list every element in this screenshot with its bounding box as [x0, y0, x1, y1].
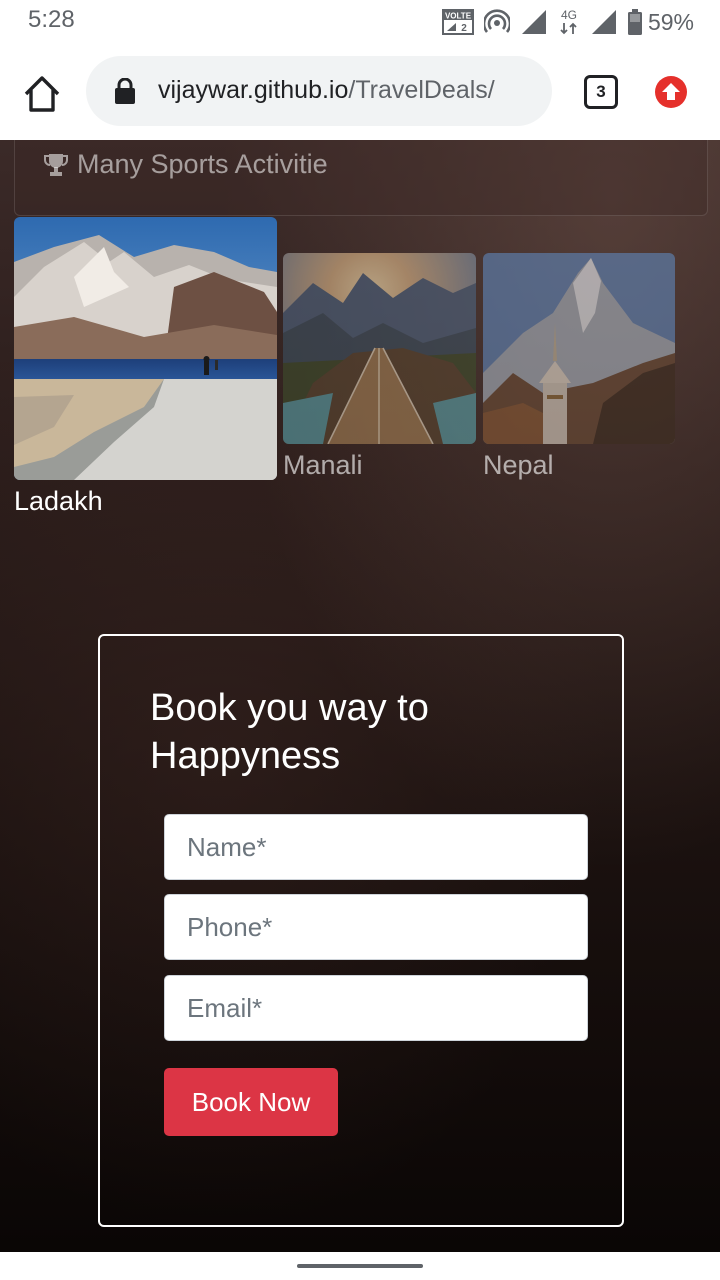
svg-text:2: 2: [461, 23, 467, 34]
destination-nepal[interactable]: Nepal: [483, 253, 675, 481]
volte-icon: VOLTE 2: [441, 9, 474, 35]
features-card: Many Sports Activitie: [14, 140, 708, 216]
browser-toolbar: vijaywar.github.io/TravelDeals/ 3: [0, 44, 720, 140]
destination-label: Nepal: [483, 450, 554, 480]
ladakh-photo[interactable]: [14, 217, 277, 480]
name-field[interactable]: [164, 814, 588, 880]
battery-icon: [627, 9, 642, 35]
booking-title: Book you way to Happyness: [150, 687, 429, 777]
destination-ladakh[interactable]: Ladakh: [14, 217, 277, 517]
nepal-photo[interactable]: [483, 253, 675, 444]
tab-count: 3: [596, 82, 606, 101]
svg-text:VOLTE: VOLTE: [445, 12, 472, 21]
status-bar: 5:28 VOLTE 2 4G 59%: [0, 0, 720, 44]
home-icon[interactable]: [22, 74, 62, 114]
feature-item: Many Sports Activitie: [43, 149, 328, 180]
email-field[interactable]: [164, 975, 588, 1041]
destination-label: Ladakh: [14, 486, 103, 516]
feature-text: Many Sports Activitie: [77, 149, 328, 179]
trophy-icon: [43, 152, 69, 178]
phone-field[interactable]: [164, 894, 588, 960]
status-icons: VOLTE 2 4G 59%: [441, 6, 694, 38]
url-host: vijaywar.github.io: [158, 76, 349, 104]
signal-4g-icon: [590, 9, 618, 35]
hotspot-icon: [483, 9, 510, 35]
manali-photo[interactable]: [283, 253, 476, 444]
destination-manali[interactable]: Manali: [283, 253, 476, 481]
battery-percent: 59%: [647, 8, 694, 35]
booking-form: Book you way to Happyness Book Now: [98, 634, 624, 1227]
tabs-button[interactable]: 3: [584, 75, 618, 109]
lock-icon: [114, 77, 136, 104]
network-type-label: 4G: [558, 7, 580, 37]
book-now-button[interactable]: Book Now: [164, 1068, 338, 1136]
update-icon[interactable]: [655, 76, 687, 108]
url-text: vijaywar.github.io/TravelDeals/: [158, 76, 495, 105]
status-time: 5:28: [28, 6, 75, 33]
destination-label: Manali: [283, 450, 363, 480]
signal-icon: [520, 9, 548, 35]
svg-text:4G: 4G: [561, 8, 577, 22]
page-content: Many Sports Activitie Ladakh Manali Nepa…: [0, 140, 720, 1252]
navigation-bar: [0, 1252, 720, 1280]
url-path: /TravelDeals/: [348, 76, 495, 104]
url-bar[interactable]: vijaywar.github.io/TravelDeals/: [86, 56, 552, 126]
home-indicator[interactable]: [297, 1264, 423, 1268]
